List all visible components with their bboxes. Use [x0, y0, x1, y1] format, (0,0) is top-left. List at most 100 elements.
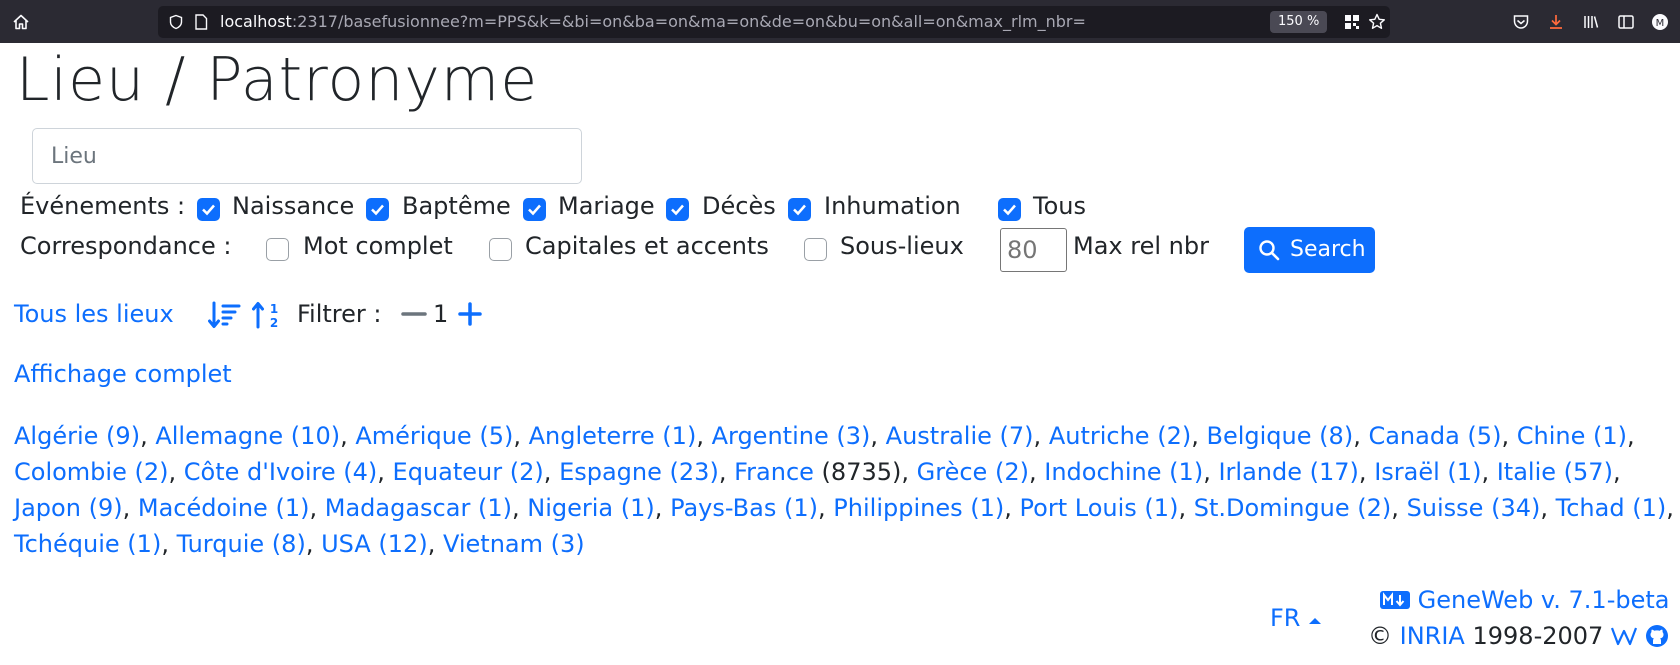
inria-link[interactable]: INRIA — [1400, 622, 1465, 650]
qr-code-icon[interactable] — [1344, 14, 1360, 30]
place-link[interactable]: Belgique — [1207, 422, 1312, 450]
account-icon[interactable]: M — [1651, 13, 1669, 31]
checkbox-mot-complet[interactable] — [266, 238, 289, 261]
checkbox-naissance[interactable] — [197, 198, 220, 221]
place-link[interactable]: Grèce — [917, 458, 988, 486]
checkbox-tous[interactable] — [998, 198, 1021, 221]
checkbox-capitales-accents[interactable] — [489, 238, 512, 261]
place-link[interactable]: Macédoine — [138, 494, 268, 522]
label-naissance[interactable]: Naissance — [232, 192, 354, 220]
place-link[interactable]: France — [734, 458, 814, 486]
sort-descending-icon[interactable] — [208, 300, 242, 330]
place-link[interactable]: USA — [321, 530, 371, 558]
place-link[interactable]: Tchad — [1556, 494, 1625, 522]
plus-icon[interactable] — [457, 301, 483, 327]
place-count-value: 7 — [1008, 422, 1025, 450]
search-button-label: Search — [1290, 237, 1366, 262]
label-tous[interactable]: Tous — [1033, 192, 1086, 220]
place-count: (12) — [378, 530, 428, 558]
download-icon[interactable] — [1547, 13, 1565, 31]
sidebar-icon[interactable] — [1617, 13, 1635, 31]
place-count-value: 2 — [1166, 422, 1182, 450]
pocket-icon[interactable] — [1512, 13, 1530, 31]
place-link[interactable]: Canada — [1368, 422, 1459, 450]
place-link[interactable]: Madagascar — [325, 494, 471, 522]
place-link[interactable]: Irlande — [1218, 458, 1302, 486]
page-title: Lieu / Patronyme — [16, 45, 539, 115]
place-count: (1) — [662, 422, 697, 450]
bookmark-star-icon[interactable] — [1368, 13, 1386, 31]
place-count: (7) — [999, 422, 1034, 450]
place-count-value: 2 — [519, 458, 535, 486]
address-bar[interactable]: localhost:2317/basefusionnee?m=PPS&k=&bi… — [158, 6, 1390, 38]
place-link[interactable]: Argentine — [712, 422, 829, 450]
list-item: USA (12) — [321, 530, 428, 558]
geneweb-version[interactable]: GeneWeb v. 7.1-beta — [1380, 586, 1669, 614]
label-mariage[interactable]: Mariage — [558, 192, 655, 220]
checkbox-deces[interactable] — [666, 198, 689, 221]
checkbox-sous-lieux[interactable] — [804, 238, 827, 261]
place-count-value: 9 — [115, 422, 131, 450]
place-link[interactable]: Turquie — [177, 530, 265, 558]
place-link[interactable]: Angleterre — [529, 422, 655, 450]
place-link[interactable]: Australie — [886, 422, 992, 450]
github-icon[interactable] — [1645, 624, 1669, 648]
place-input[interactable] — [32, 128, 582, 184]
library-icon[interactable] — [1582, 13, 1600, 31]
list-item: Macédoine (1) — [138, 494, 310, 522]
home-icon[interactable] — [12, 13, 30, 31]
max-rel-input[interactable] — [1000, 228, 1067, 272]
place-link[interactable]: Chine — [1517, 422, 1586, 450]
place-count-value: 8 — [281, 530, 297, 558]
shield-icon[interactable] — [168, 14, 184, 30]
full-display-link[interactable]: Affichage complet — [14, 358, 232, 390]
place-link[interactable]: Philippines — [833, 494, 962, 522]
label-sous-lieux[interactable]: Sous-lieux — [840, 232, 964, 260]
place-count: (8) — [1319, 422, 1354, 450]
place-link[interactable]: Autriche — [1049, 422, 1150, 450]
place-link[interactable]: Port Louis — [1020, 494, 1137, 522]
label-inhumation[interactable]: Inhumation — [824, 192, 961, 220]
place-link[interactable]: Suisse — [1407, 494, 1484, 522]
place-link[interactable]: St.Domingue — [1194, 494, 1350, 522]
all-places-link[interactable]: Tous les lieux — [14, 298, 174, 330]
zoom-badge[interactable]: 150 % — [1270, 11, 1328, 33]
checkbox-inhumation[interactable] — [788, 198, 811, 221]
place-count-value: 3 — [560, 530, 576, 558]
wikipedia-icon[interactable] — [1610, 625, 1637, 647]
place-link[interactable]: Algérie — [14, 422, 98, 450]
place-link[interactable]: Indochine — [1044, 458, 1161, 486]
search-button[interactable]: Search — [1244, 227, 1375, 273]
place-link[interactable]: Colombie — [14, 458, 127, 486]
minus-icon[interactable] — [401, 301, 427, 327]
checkbox-bapteme[interactable] — [366, 198, 389, 221]
url-text[interactable]: localhost:2317/basefusionnee?m=PPS&k=&bi… — [220, 12, 1086, 31]
place-count: (1) — [1632, 494, 1667, 522]
place-link[interactable]: Equateur — [393, 458, 503, 486]
label-capitales-accents[interactable]: Capitales et accents — [525, 232, 769, 260]
place-link[interactable]: Tchéquie — [14, 530, 120, 558]
place-link[interactable]: Pays-Bas — [670, 494, 776, 522]
check-icon — [528, 204, 541, 216]
place-link[interactable]: Amérique — [355, 422, 471, 450]
caret-up-icon — [1309, 618, 1322, 624]
place-link[interactable]: Israël — [1374, 458, 1440, 486]
place-link[interactable]: Allemagne — [155, 422, 283, 450]
place-link[interactable]: Vietnam — [443, 530, 543, 558]
label-mot-complet[interactable]: Mot complet — [303, 232, 453, 260]
place-count-value: 1 — [630, 494, 646, 522]
place-link[interactable]: Italie — [1497, 458, 1556, 486]
place-link[interactable]: Côte d'Ivoire — [184, 458, 336, 486]
place-link[interactable]: Japon — [14, 494, 81, 522]
language-label: FR — [1270, 604, 1301, 632]
list-item: Belgique (8) — [1207, 422, 1354, 450]
label-bapteme[interactable]: Baptême — [402, 192, 511, 220]
place-link[interactable]: Nigeria — [527, 494, 613, 522]
checkbox-mariage[interactable] — [523, 198, 546, 221]
language-selector[interactable]: FR — [1270, 604, 1322, 632]
label-deces[interactable]: Décès — [702, 192, 776, 220]
sort-ascending-icon[interactable]: 1 2 — [252, 300, 286, 330]
place-count: (2) — [994, 458, 1029, 486]
place-link[interactable]: Espagne — [559, 458, 662, 486]
list-item: Nigeria (1) — [527, 494, 655, 522]
